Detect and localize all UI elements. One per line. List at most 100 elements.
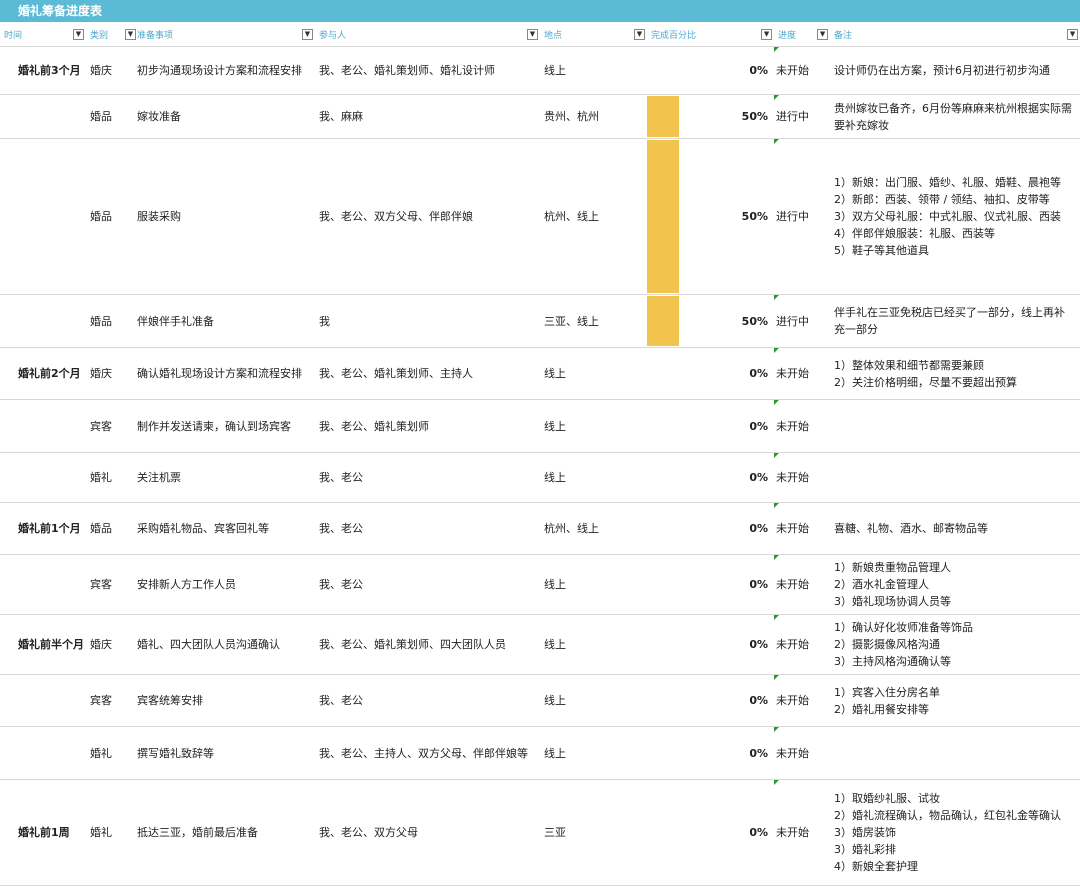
cell-task[interactable]: 宾客统筹安排	[133, 674, 315, 727]
cell-percent[interactable]: 50%	[710, 294, 775, 348]
table-row[interactable]: 婚礼前3个月 婚庆 初步沟通现场设计方案和流程安排 我、老公、婚礼策划师、婚礼设计师线…	[0, 46, 1080, 95]
cell-location[interactable]: 三亚、线上	[540, 294, 647, 348]
cell-participants[interactable]: 我、老公	[315, 674, 540, 727]
cell-time[interactable]: 婚礼前1个月	[0, 502, 86, 555]
cell-category[interactable]: 婚庆	[86, 347, 133, 400]
table-row[interactable]: 婚礼前2个月 婚庆 确认婚礼现场设计方案和流程安排 我、老公、婚礼策划师、主持人 线上 0…	[0, 347, 1080, 400]
cell-location[interactable]: 线上	[540, 347, 647, 400]
cell-completion-bar[interactable]	[647, 94, 710, 139]
cell-notes[interactable]: 1）取婚纱礼服、试妆 2）婚礼流程确认，物品确认，红包礼金等确认 3）婚房装饰 3）婚…	[830, 779, 1080, 886]
cell-location[interactable]: 杭州、线上	[540, 138, 647, 295]
table-row[interactable]: 宾客 宾客统筹安排 我、老公 线上 0% 未开始 1）宾客入住分房名单 2）婚礼用餐安排等	[0, 674, 1080, 727]
cell-completion-bar[interactable]	[647, 347, 710, 400]
cell-notes[interactable]: 设计师仍在出方案，预计6月初进行初步沟通	[830, 46, 1080, 95]
cell-category[interactable]: 婚品	[86, 94, 133, 139]
table-row[interactable]: 婚品 嫁妆准备 我、麻麻 贵州、杭州 50% 进行中 贵州嫁妆已备齐，6月份等麻麻来杭州根据…	[0, 94, 1080, 139]
cell-time[interactable]	[0, 94, 86, 139]
cell-status[interactable]: 未开始	[774, 554, 831, 615]
cell-status[interactable]: 未开始	[774, 46, 831, 95]
cell-time[interactable]	[0, 726, 86, 780]
cell-notes[interactable]: 1）新娘：出门服、婚纱、礼服、婚鞋、晨袍等 2）新郎：西装、领带 / 领结、袖扣、…	[830, 138, 1080, 295]
cell-category[interactable]: 婚庆	[86, 614, 133, 675]
filter-dropdown-icon[interactable]: ▼	[73, 29, 84, 40]
cell-completion-bar[interactable]	[647, 294, 710, 348]
cell-category[interactable]: 婚庆	[86, 46, 133, 95]
cell-category[interactable]: 婚品	[86, 294, 133, 348]
cell-status[interactable]: 未开始	[774, 399, 831, 453]
cell-status[interactable]: 未开始	[774, 674, 831, 727]
cell-task[interactable]: 伴娘伴手礼准备	[133, 294, 315, 348]
filter-dropdown-icon[interactable]: ▼	[527, 29, 538, 40]
cell-category[interactable]: 婚礼	[86, 452, 133, 503]
filter-dropdown-icon[interactable]: ▼	[1067, 29, 1079, 40]
table-row[interactable]: 婚礼前1周 婚礼 抵达三亚，婚前最后准备 我、老公、双方父母 三亚 0% 未开始 1）取婚纱礼…	[0, 779, 1080, 886]
cell-completion-bar[interactable]	[647, 674, 710, 727]
cell-participants[interactable]: 我、老公、婚礼策划师、四大团队人员	[315, 614, 540, 675]
cell-participants[interactable]: 我、老公、婚礼策划师、主持人	[315, 347, 540, 400]
table-row[interactable]: 宾客 制作并发送请柬，确认到场宾客 我、老公、婚礼策划师 线上 0% 未开始	[0, 399, 1080, 453]
cell-category[interactable]: 宾客	[86, 554, 133, 615]
table-row[interactable]: 婚品 伴娘伴手礼准备我三亚、线上 50% 进行中 伴手礼在三亚免税店已经买了一部分，线上…	[0, 294, 1080, 348]
cell-task[interactable]: 采购婚礼物品、宾客回礼等	[133, 502, 315, 555]
cell-time[interactable]	[0, 554, 86, 615]
cell-participants[interactable]: 我、老公	[315, 554, 540, 615]
cell-status[interactable]: 未开始	[774, 614, 831, 675]
cell-time[interactable]: 婚礼前3个月	[0, 46, 86, 95]
cell-time[interactable]	[0, 294, 86, 348]
cell-task[interactable]: 撰写婚礼致辞等	[133, 726, 315, 780]
cell-task[interactable]: 确认婚礼现场设计方案和流程安排	[133, 347, 315, 400]
cell-completion-bar[interactable]	[647, 46, 710, 95]
table-row[interactable]: 婚礼前半个月 婚庆 婚礼、四大团队人员沟通确认 我、老公、婚礼策划师、四大团队人员 线上…	[0, 614, 1080, 675]
cell-status[interactable]: 未开始	[774, 502, 831, 555]
cell-location[interactable]: 线上	[540, 46, 647, 95]
cell-notes[interactable]: 1）整体效果和细节都需要兼顾 2）关注价格明细，尽量不要超出预算	[830, 347, 1080, 400]
cell-percent[interactable]: 50%	[710, 94, 775, 139]
cell-participants[interactable]: 我、老公、主持人、双方父母、伴郎伴娘等	[315, 726, 540, 780]
cell-percent[interactable]: 0%	[710, 347, 775, 400]
cell-percent[interactable]: 0%	[710, 614, 775, 675]
cell-task[interactable]: 制作并发送请柬，确认到场宾客	[133, 399, 315, 453]
cell-completion-bar[interactable]	[647, 452, 710, 503]
cell-completion-bar[interactable]	[647, 138, 710, 295]
cell-notes[interactable]: 贵州嫁妆已备齐，6月份等麻麻来杭州根据实际需要补充嫁妆	[830, 94, 1080, 139]
table-row[interactable]: 婚礼 关注机票 我、老公 线上 0% 未开始	[0, 452, 1080, 503]
cell-status[interactable]: 未开始	[774, 452, 831, 503]
cell-status[interactable]: 未开始	[774, 779, 831, 886]
filter-dropdown-icon[interactable]: ▼	[817, 29, 829, 40]
cell-location[interactable]: 线上	[540, 399, 647, 453]
cell-category[interactable]: 婚品	[86, 502, 133, 555]
cell-completion-bar[interactable]	[647, 399, 710, 453]
cell-location[interactable]: 线上	[540, 674, 647, 727]
cell-status[interactable]: 未开始	[774, 347, 831, 400]
cell-status[interactable]: 进行中	[774, 94, 831, 139]
cell-percent[interactable]: 0%	[710, 46, 775, 95]
cell-category[interactable]: 婚礼	[86, 779, 133, 886]
cell-time[interactable]	[0, 674, 86, 727]
cell-location[interactable]: 线上	[540, 726, 647, 780]
cell-participants[interactable]: 我、老公	[315, 452, 540, 503]
cell-location[interactable]: 杭州、线上	[540, 502, 647, 555]
cell-participants[interactable]: 我、老公、婚礼策划师、婚礼设计师	[315, 46, 540, 95]
cell-location[interactable]: 线上	[540, 452, 647, 503]
table-row[interactable]: 宾客 安排新人方工作人员 我、老公 线上 0% 未开始 1）新娘贵重物品管理人 2）酒水礼金管…	[0, 554, 1080, 615]
cell-task[interactable]: 安排新人方工作人员	[133, 554, 315, 615]
cell-notes[interactable]	[830, 399, 1080, 453]
cell-completion-bar[interactable]	[647, 779, 710, 886]
cell-task[interactable]: 初步沟通现场设计方案和流程安排	[133, 46, 315, 95]
cell-status[interactable]: 进行中	[774, 138, 831, 295]
cell-category[interactable]: 婚礼	[86, 726, 133, 780]
cell-location[interactable]: 贵州、杭州	[540, 94, 647, 139]
cell-category[interactable]: 宾客	[86, 674, 133, 727]
cell-time[interactable]: 婚礼前1周	[0, 779, 86, 886]
cell-participants[interactable]: 我、老公、婚礼策划师	[315, 399, 540, 453]
table-row[interactable]: 婚礼 撰写婚礼致辞等 我、老公、主持人、双方父母、伴郎伴娘等 线上 0% 未开始	[0, 726, 1080, 780]
cell-category[interactable]: 婚品	[86, 138, 133, 295]
cell-time[interactable]	[0, 452, 86, 503]
cell-completion-bar[interactable]	[647, 554, 710, 615]
cell-completion-bar[interactable]	[647, 726, 710, 780]
cell-participants[interactable]: 我、麻麻	[315, 94, 540, 139]
cell-notes[interactable]: 伴手礼在三亚免税店已经买了一部分，线上再补充一部分	[830, 294, 1080, 348]
cell-percent[interactable]: 0%	[710, 452, 775, 503]
cell-location[interactable]: 三亚	[540, 779, 647, 886]
cell-category[interactable]: 宾客	[86, 399, 133, 453]
